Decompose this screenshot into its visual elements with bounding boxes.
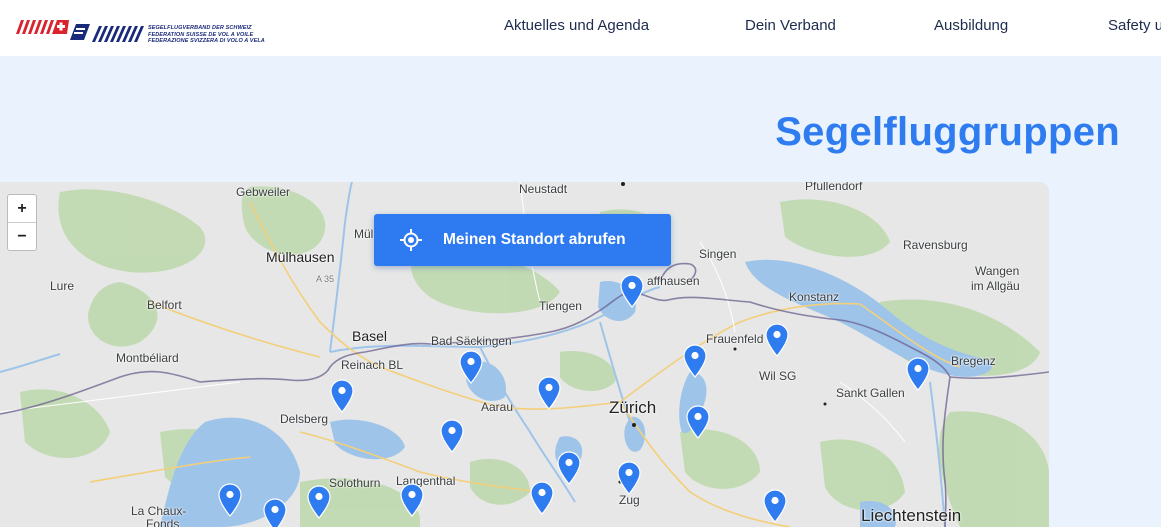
map-label-zurich: Zürich [609, 398, 657, 417]
map-label: A 35 [316, 274, 335, 284]
nav-item-safety[interactable]: Safety u [1108, 17, 1161, 34]
map-label: Konstanz [789, 290, 840, 304]
map-label: affhausen [647, 274, 700, 288]
zoom-control: + − [7, 194, 37, 251]
map-label: Fonds [146, 517, 180, 527]
map-label: Belfort [147, 298, 182, 312]
map-pin-icon[interactable] [307, 485, 331, 519]
map-label: Tiengen [539, 299, 582, 313]
locate-me-button[interactable]: Meinen Standort abrufen [374, 214, 671, 266]
map-pin-icon[interactable] [765, 323, 789, 357]
map-pin-icon[interactable] [330, 379, 354, 413]
map-label: Singen [699, 247, 737, 261]
map-pin-icon[interactable] [686, 405, 710, 439]
main-nav: Aktuelles und Agenda Dein Verband Ausbil… [0, 0, 1161, 56]
map-label: im Allgäu [971, 279, 1020, 293]
map-pin-icon[interactable] [906, 357, 930, 391]
map-label: Ravensburg [903, 238, 968, 252]
map-label: Neustadt [519, 182, 568, 196]
map-label: Reinach BL [341, 358, 404, 372]
map-label: Solothurn [329, 476, 381, 490]
map-label: Bad Säckingen [431, 334, 512, 348]
map-label: La Chaux- [131, 504, 187, 518]
map-pin-icon[interactable] [763, 489, 787, 523]
map-pin-icon[interactable] [617, 461, 641, 495]
map-pin-icon[interactable] [440, 419, 464, 453]
map-label: Montbéliard [116, 351, 179, 365]
map-label: Lure [50, 279, 75, 293]
map-label: Wangen [975, 264, 1020, 278]
map-pin-icon[interactable] [557, 451, 581, 485]
crosshair-icon [400, 229, 422, 251]
zoom-out-button[interactable]: − [8, 222, 36, 250]
map-label: Mülhausen [266, 249, 335, 265]
nav-item-aktuelles[interactable]: Aktuelles und Agenda [504, 17, 649, 34]
map-label: Frauenfeld [706, 332, 764, 346]
map-pin-icon[interactable] [537, 376, 561, 410]
map-pin-icon[interactable] [218, 483, 242, 517]
groups-map[interactable]: Gebweiler Neustadt Pfullendorf Mülhausen… [0, 182, 1049, 527]
map-label: Aarau [481, 400, 514, 414]
map-label: Delsberg [280, 412, 329, 426]
map-label: Wil SG [759, 369, 797, 383]
map-label: Gebweiler [236, 185, 291, 199]
site-header: SEGELFLUGVERBAND DER SCHWEIZ FEDERATION … [0, 0, 1161, 56]
locate-me-label: Meinen Standort abrufen [443, 231, 626, 248]
page-title: Segelfluggruppen [775, 110, 1120, 154]
map-label-liechtenstein: Liechtenstein [861, 506, 962, 525]
map-label: Mül [354, 227, 374, 241]
nav-item-verband[interactable]: Dein Verband [745, 17, 836, 34]
map-pin-icon[interactable] [530, 481, 554, 515]
map-label: Sankt Gallen [836, 386, 905, 400]
map-label: Basel [352, 328, 388, 344]
map-pin-icon[interactable] [263, 498, 287, 527]
map-label: Bregenz [951, 354, 996, 368]
nav-item-ausbildung[interactable]: Ausbildung [934, 17, 1008, 34]
map-pin-icon[interactable] [683, 344, 707, 378]
zoom-in-button[interactable]: + [8, 195, 36, 222]
map-pin-icon[interactable] [620, 274, 644, 308]
map-pin-icon[interactable] [459, 350, 483, 384]
map-pin-icon[interactable] [400, 483, 424, 517]
map-label: Pfullendorf [805, 182, 863, 193]
map-label: Zug [619, 493, 640, 507]
